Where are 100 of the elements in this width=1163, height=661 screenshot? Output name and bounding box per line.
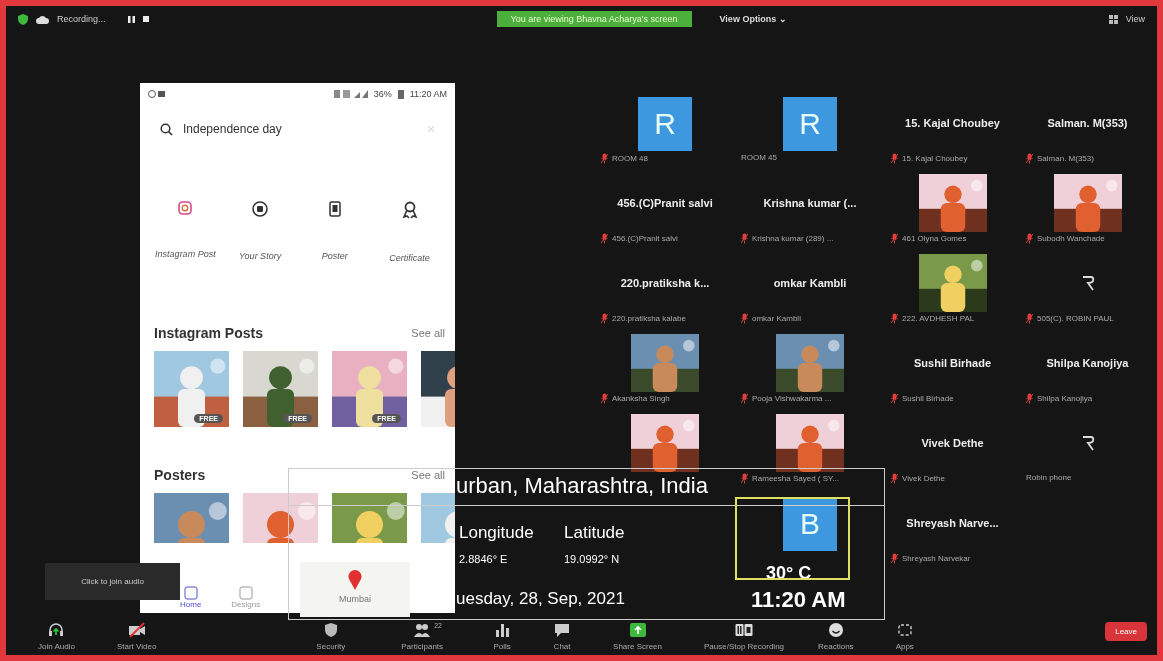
section-title: Instagram Posts (154, 325, 263, 341)
muted-mic-icon (1026, 313, 1033, 324)
toolbar-button[interactable]: Join Audio (38, 622, 75, 651)
participant-name: omkar Kambli (773, 277, 847, 289)
video-off-icon (127, 622, 146, 638)
muted-mic-icon (601, 313, 608, 324)
participant-name: Shilpa Kanojiya (1046, 357, 1129, 369)
see-all-link[interactable]: See all (411, 327, 445, 339)
muted-mic-icon (891, 553, 898, 564)
participant-label: ROOM 45 (741, 153, 777, 162)
recording-status: Recording... (57, 14, 106, 24)
bar-chart-icon (493, 622, 512, 638)
participant-label: omkar Kambli (752, 314, 801, 323)
muted-mic-icon (601, 153, 608, 164)
muted-mic-icon (1026, 233, 1033, 244)
toolbar-button[interactable]: Chat (553, 622, 572, 651)
city-label: Mumbai (339, 594, 371, 604)
logo-icon (1080, 275, 1095, 291)
muted-mic-icon (1026, 393, 1033, 404)
participant-label: 15. Kajal Choubey (902, 154, 968, 163)
stop-button[interactable] (142, 16, 149, 22)
tooltip: Click to join audio (45, 563, 180, 600)
toolbar-button[interactable]: Polls (493, 622, 512, 651)
participant-label: 456.(C)Pranit salvi (612, 234, 678, 243)
longitude-label: Longitude (459, 523, 534, 543)
muted-mic-icon (891, 153, 898, 164)
participant-name: 220.pratiksha k... (620, 277, 710, 289)
square-icon (238, 586, 253, 600)
avatar-tile: R (783, 97, 837, 151)
participant-label: Robin phone (1026, 473, 1072, 482)
muted-mic-icon (891, 313, 898, 324)
people-icon (413, 622, 432, 638)
toolbar-button[interactable]: Apps (895, 622, 914, 651)
square-icon (183, 586, 198, 600)
battery-level: 36% (373, 89, 392, 99)
avatar-tile: B (783, 497, 837, 551)
chat-bubble-icon (553, 622, 572, 638)
toolbar-button[interactable]: Pause/Stop Recording (704, 622, 785, 651)
participant-name: 15. Kajal Choubey (905, 117, 1000, 129)
muted-mic-icon (741, 233, 748, 244)
toolbar-button[interactable]: Reactions (818, 622, 854, 651)
shield-icon (18, 13, 28, 25)
participant-label: Salman. M(353) (1037, 154, 1094, 163)
viewing-banner: You are viewing Bhavna Acharya's screen (496, 11, 692, 27)
muted-mic-icon (891, 473, 898, 484)
toolbar-button[interactable]: Share Screen (613, 622, 662, 651)
category-item[interactable]: Poster (297, 201, 373, 263)
toolbar-button[interactable]: Start Video (116, 622, 157, 651)
participant-label: ROOM 48 (612, 154, 648, 163)
signal-icon (333, 90, 368, 98)
leave-button[interactable]: Leave (1105, 622, 1147, 641)
latitude-label: Latitude (564, 523, 625, 543)
muted-mic-icon (741, 473, 748, 484)
headphones-icon (47, 622, 66, 638)
participant-label: 505(C). ROBIN PAUL (1037, 314, 1114, 323)
map-pin-icon (348, 570, 362, 590)
search-icon (160, 122, 173, 136)
participant-label: 461 Olyna Gomes (902, 234, 967, 243)
camera-icon (178, 201, 193, 215)
participant-label: Sushil Birhade (902, 394, 954, 403)
muted-mic-icon (891, 393, 898, 404)
battery-icon (397, 89, 404, 99)
latitude-value: 19.0992° N (564, 553, 620, 565)
participant-label: Rameesha Sayed ( SY... (752, 474, 839, 483)
apps-icon (895, 622, 914, 638)
muted-mic-icon (741, 313, 748, 324)
date-text: uesday, 28, Sep, 2021 (456, 589, 625, 609)
participant-name: Krishna kumar (... (763, 197, 857, 209)
muted-mic-icon (1026, 153, 1033, 164)
cloud-icon (36, 14, 49, 24)
muted-mic-icon (601, 393, 608, 404)
category-item[interactable]: Certificate (372, 201, 447, 263)
search-field[interactable]: Independence day (181, 121, 419, 137)
see-all-link[interactable]: See all (411, 469, 445, 481)
nav-tab[interactable]: Home (180, 586, 202, 609)
poster-icon (328, 201, 341, 217)
participant-label: Vivek Dethe (902, 474, 945, 483)
participant-label: Pooja Vishwakarma ... (752, 394, 832, 403)
participant-label: Akanksha Singh (612, 394, 670, 403)
story-icon (252, 201, 269, 217)
share-screen-icon (628, 622, 647, 638)
toolbar-button[interactable]: Security (316, 622, 346, 651)
participant-label: Krishna kumar (289) ... (752, 234, 834, 243)
participant-label: Shreyash Narvekar (902, 554, 971, 563)
pause-stop-icon (735, 622, 753, 638)
participant-name: Vivek Dethe (921, 437, 984, 449)
section-title: Posters (154, 467, 206, 483)
participant-name: Salman. M(353) (1047, 117, 1128, 129)
participant-label: 222. AVDHESH PAL (902, 314, 975, 323)
participant-label: 220.pratiksha kalabe (612, 314, 686, 323)
grid-icon[interactable] (1108, 14, 1118, 24)
view-button[interactable]: View (1125, 14, 1145, 24)
view-options-menu[interactable]: View Options ⌄ (719, 14, 787, 24)
longitude-value: 2.8846° E (459, 553, 508, 565)
participant-name: Sushil Birhade (914, 357, 991, 369)
location-text: urban, Maharashtra, India (456, 473, 708, 499)
category-item[interactable]: Instagram Post (148, 201, 223, 263)
category-item[interactable]: Your Story (222, 201, 298, 263)
logo-icon (1080, 435, 1095, 451)
smiley-icon (826, 622, 845, 638)
